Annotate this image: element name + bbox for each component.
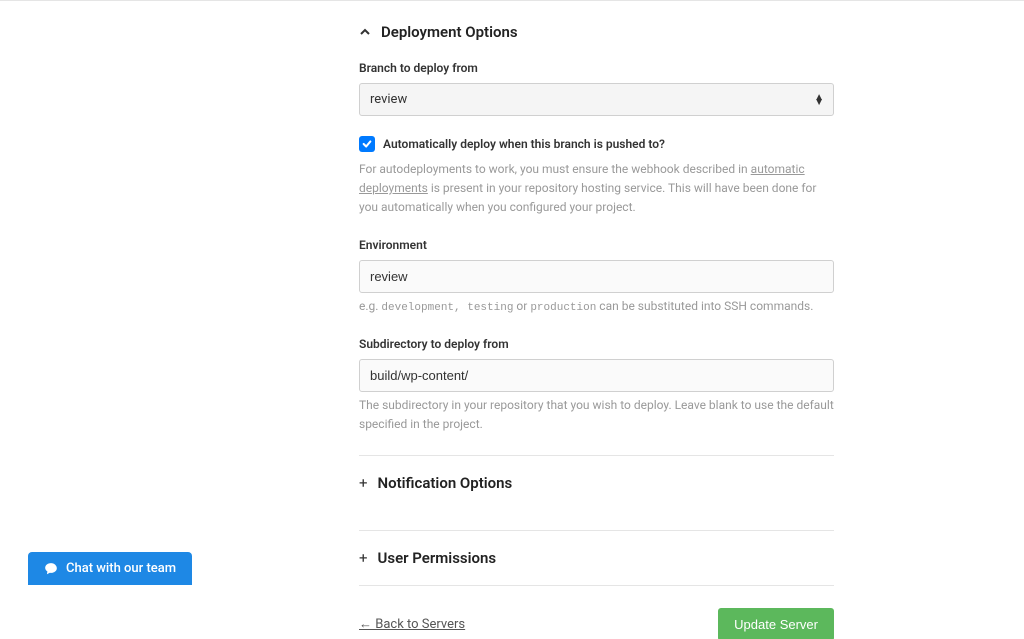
update-server-button[interactable]: Update Server [718,608,834,639]
chat-icon [44,562,58,576]
subdirectory-field-group: Subdirectory to deploy from The subdirec… [359,337,834,434]
chat-widget[interactable]: Chat with our team [28,552,192,585]
user-permissions-title: User Permissions [378,549,497,567]
autodeploy-help: For autodeployments to work, you must en… [359,160,834,218]
chat-label: Chat with our team [66,561,176,576]
plus-icon: + [359,549,368,567]
autodeploy-field-group: Automatically deploy when this branch is… [359,136,834,218]
subdirectory-label: Subdirectory to deploy from [359,337,834,351]
branch-field-group: Branch to deploy from review ▲▼ [359,61,834,116]
branch-label: Branch to deploy from [359,61,834,75]
environment-field-group: Environment e.g. development, testing or… [359,238,834,318]
chevron-up-icon [359,26,371,38]
deployment-options-header[interactable]: Deployment Options [359,23,834,41]
subdirectory-input[interactable] [359,359,834,392]
back-to-servers-link[interactable]: ← Back to Servers [359,616,465,632]
plus-icon: + [359,474,368,492]
notification-options-header[interactable]: + Notification Options [359,456,834,510]
branch-select[interactable]: review [359,83,834,116]
notification-options-title: Notification Options [378,474,513,492]
autodeploy-label[interactable]: Automatically deploy when this branch is… [383,137,665,151]
environment-input[interactable] [359,260,834,293]
user-permissions-header[interactable]: + User Permissions [359,531,834,585]
deployment-options-title: Deployment Options [381,23,518,41]
environment-help: e.g. development, testing or production … [359,297,834,318]
subdirectory-help: The subdirectory in your repository that… [359,396,834,434]
environment-label: Environment [359,238,834,252]
autodeploy-checkbox[interactable] [359,136,375,152]
